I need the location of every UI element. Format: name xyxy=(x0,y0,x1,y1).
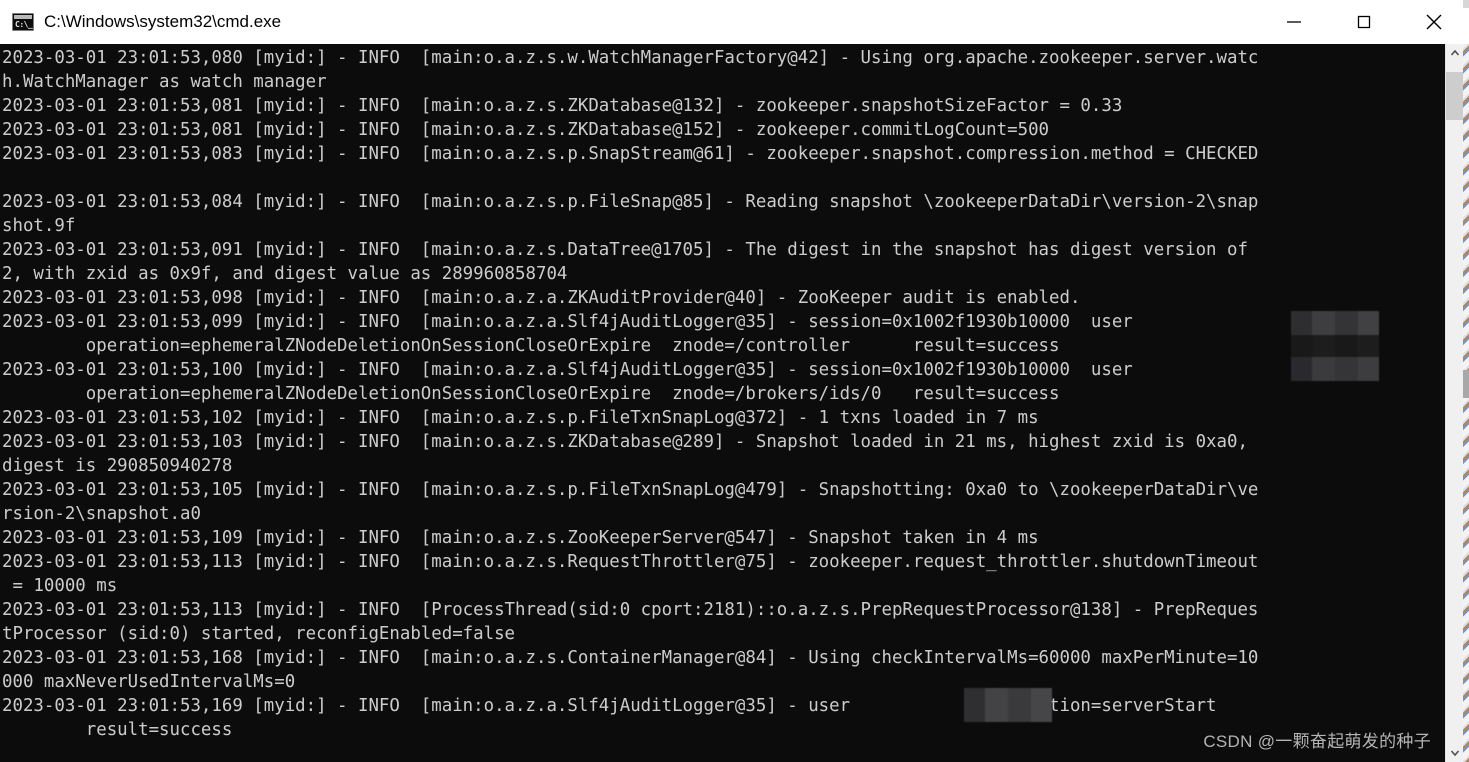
icon-titlestrip xyxy=(14,14,32,19)
console-log-line: tProcessor (sid:0) started, reconfigEnab… xyxy=(2,624,516,644)
console-log-line: digest is 290850940278 xyxy=(2,456,233,476)
console-log-line: rsion-2\snapshot.a0 xyxy=(2,504,201,524)
console-log-line: 2023-03-01 23:01:53,081 [myid:] - INFO [… xyxy=(2,120,1050,140)
cmd-window: C:\_ C:\Windows\system32\cmd.exe 2023-03… xyxy=(0,0,1469,762)
console-log-line: 2023-03-01 23:01:53,113 [myid:] - INFO [… xyxy=(2,600,1259,620)
chevron-down-icon xyxy=(1450,750,1459,757)
console-log-line: 2023-03-01 23:01:53,081 [myid:] - INFO [… xyxy=(2,96,1123,116)
maximize-icon xyxy=(1357,15,1371,28)
console-log-line: 2023-03-01 23:01:53,091 [myid:] - INFO [… xyxy=(2,240,1248,260)
console-log-line: 2, with zxid as 0x9f, and digest value a… xyxy=(2,264,568,284)
background-window-edge xyxy=(1463,44,1469,762)
console-log-line: shot.9f xyxy=(2,216,76,236)
console-log-line: 2023-03-01 23:01:53,099 [myid:] - INFO [… xyxy=(2,312,1133,332)
console-log-line: 2023-03-01 23:01:53,169 [myid:] - INFO [… xyxy=(2,696,1217,716)
chevron-up-icon xyxy=(1450,49,1459,56)
console-log-line: h.WatchManager as watch manager xyxy=(2,72,327,92)
vertical-scrollbar[interactable] xyxy=(1445,44,1463,762)
console-log-line: 2023-03-01 23:01:53,083 [myid:] - INFO [… xyxy=(2,144,1259,164)
scroll-down-arrow[interactable] xyxy=(1446,744,1463,762)
scroll-thumb[interactable] xyxy=(1446,72,1463,120)
scroll-up-arrow[interactable] xyxy=(1446,44,1463,62)
console-log-line: operation=ephemeralZNodeDeletionOnSessio… xyxy=(2,336,1060,356)
console-log-line: = 10000 ms xyxy=(2,576,118,596)
window-title: C:\Windows\system32\cmd.exe xyxy=(44,11,282,31)
console-log-line: 2023-03-01 23:01:53,100 [myid:] - INFO [… xyxy=(2,360,1133,380)
console-log-line: 2023-03-01 23:01:53,102 [myid:] - INFO [… xyxy=(2,408,1039,428)
background-window-strip xyxy=(1463,0,1469,8)
background-window-scroll-thumb xyxy=(1463,370,1469,398)
console-log-line: 2023-03-01 23:01:53,113 [myid:] - INFO [… xyxy=(2,552,1259,572)
csdn-watermark: CSDN @一颗奋起萌发的种子 xyxy=(1203,732,1431,751)
cmd-console-icon: C:\_ xyxy=(12,12,34,31)
console-log-line: 000 maxNeverUsedIntervalMs=0 xyxy=(2,672,296,692)
console-log-line: operation=ephemeralZNodeDeletionOnSessio… xyxy=(2,384,1060,404)
window-controls xyxy=(1259,0,1469,44)
minimize-icon xyxy=(1287,20,1301,23)
console-log-line: 2023-03-01 23:01:53,098 [myid:] - INFO [… xyxy=(2,288,1081,308)
maximize-button[interactable] xyxy=(1329,0,1399,44)
console-log-line: 2023-03-01 23:01:53,080 [myid:] - INFO [… xyxy=(2,48,1259,68)
title-bar[interactable]: C:\_ C:\Windows\system32\cmd.exe xyxy=(0,0,1469,44)
minimize-button[interactable] xyxy=(1259,0,1329,44)
background-window-titlebar-edge xyxy=(1463,0,1469,44)
close-icon xyxy=(1426,14,1442,29)
console-log-line: 2023-03-01 23:01:53,084 [myid:] - INFO [… xyxy=(2,192,1259,212)
console-log-line: 2023-03-01 23:01:53,109 [myid:] - INFO [… xyxy=(2,528,1039,548)
console-log-line xyxy=(2,166,1445,190)
console-log-line: 2023-03-01 23:01:53,168 [myid:] - INFO [… xyxy=(2,648,1259,668)
redacted-username-1 xyxy=(1291,311,1379,381)
console-output-area[interactable]: 2023-03-01 23:01:53,080 [myid:] - INFO [… xyxy=(0,44,1445,762)
redacted-username-2 xyxy=(964,688,1052,722)
console-log-text: 2023-03-01 23:01:53,080 [myid:] - INFO [… xyxy=(0,44,1445,742)
icon-prompt-text: C:\_ xyxy=(15,19,33,29)
console-log-line: 2023-03-01 23:01:53,105 [myid:] - INFO [… xyxy=(2,480,1259,500)
close-button[interactable] xyxy=(1399,0,1469,44)
console-log-line: 2023-03-01 23:01:53,103 [myid:] - INFO [… xyxy=(2,432,1248,452)
